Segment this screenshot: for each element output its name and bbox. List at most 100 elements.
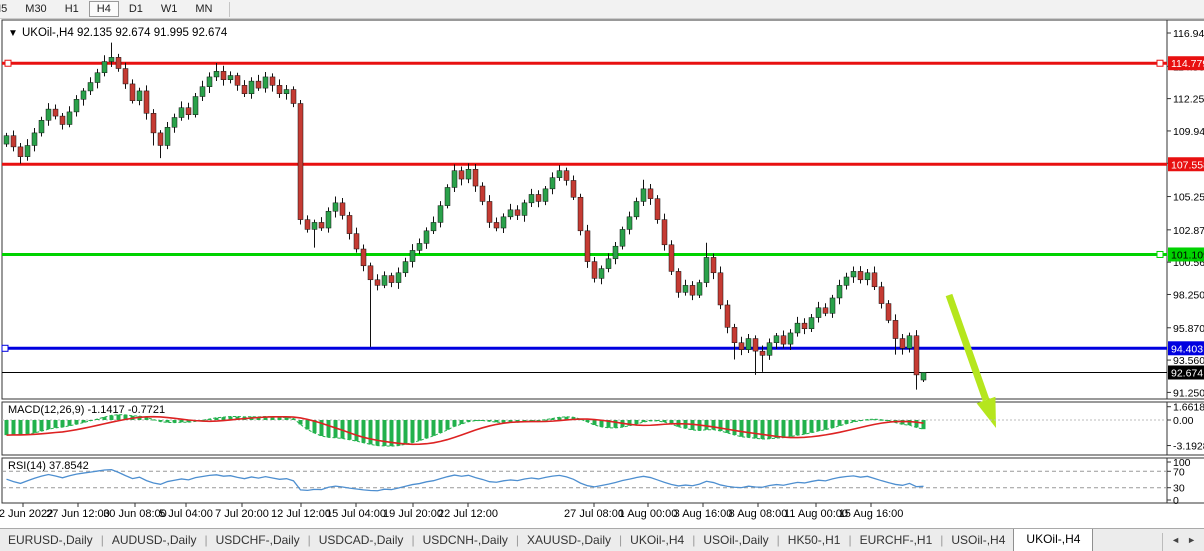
macd-histogram-bar — [68, 420, 72, 426]
line-handle[interactable] — [2, 345, 8, 351]
candle-up — [522, 203, 527, 216]
chart-tab-ukoil-h4[interactable]: UKOil-,H4 — [1013, 528, 1093, 551]
line-handle[interactable] — [5, 60, 11, 66]
macd-histogram-bar — [33, 420, 37, 433]
time-tick-label[interactable]: 27 Jul 08:00 — [564, 508, 624, 520]
macd-tick-label: -3.1928 — [1173, 441, 1204, 453]
time-tick-label[interactable]: 7 Jul 20:00 — [215, 508, 269, 520]
candle-down — [340, 203, 345, 216]
price-tick-label[interactable]: 93.560 — [1173, 355, 1204, 367]
candle-up — [431, 222, 436, 230]
line-handle[interactable] — [1157, 60, 1163, 66]
price-badge-label: 101.109 — [1171, 249, 1204, 261]
candle-up — [312, 222, 317, 229]
candle-up — [550, 178, 555, 189]
tab-scroll-arrows: ◄► — [1162, 533, 1204, 551]
chart-tab-usdcad-daily[interactable]: USDCAD-,Daily — [311, 530, 412, 551]
candle-up — [200, 87, 205, 97]
macd-histogram-bar — [299, 420, 303, 424]
time-tick-label[interactable]: 19 Jul 20:00 — [383, 508, 443, 520]
candle-down — [711, 257, 716, 272]
candle-up — [627, 217, 632, 230]
chart-tab-audusd-daily[interactable]: AUDUSD-,Daily — [104, 530, 205, 551]
candle-up — [424, 231, 429, 244]
candle-down — [732, 327, 737, 342]
price-tick-label[interactable]: 105.250 — [1173, 192, 1204, 204]
tab-scroll-right-icon[interactable]: ► — [1187, 535, 1196, 545]
timeframe-button-w1[interactable]: W1 — [153, 1, 186, 17]
timeframe-button-h1[interactable]: H1 — [57, 1, 87, 17]
timeframe-button-m5[interactable]: M5 — [0, 1, 15, 17]
candle-up — [172, 117, 177, 127]
price-tick-label[interactable]: 98.250 — [1173, 289, 1204, 301]
time-tick-label[interactable]: 12 Jul 12:00 — [271, 508, 331, 520]
time-tick-label[interactable]: 22 Jul 12:00 — [438, 508, 498, 520]
chart-tab-usoil-h4[interactable]: USOil-,H4 — [943, 530, 1013, 551]
timeframe-button-m30[interactable]: M30 — [17, 1, 54, 17]
time-tick-label[interactable]: 15 Jul 04:00 — [326, 508, 386, 520]
macd-histogram-bar — [705, 420, 709, 430]
chart-tab-ukoil-h4[interactable]: UKOil-,H4 — [622, 530, 692, 551]
candle-down — [564, 171, 569, 181]
chart-tab-usoil-daily[interactable]: USOil-,Daily — [695, 530, 776, 551]
time-tick-label[interactable]: 15 Aug 16:00 — [839, 508, 904, 520]
candle-down — [270, 77, 275, 85]
price-tick-label[interactable]: 95.870 — [1173, 323, 1204, 335]
candle-up — [620, 229, 625, 246]
candle-up — [907, 336, 912, 349]
timeframe-button-d1[interactable]: D1 — [121, 1, 151, 17]
chart-tab-usdchf-daily[interactable]: USDCHF-,Daily — [208, 530, 308, 551]
main-panel-frame — [2, 20, 1167, 399]
macd-histogram-bar — [831, 420, 835, 428]
candle-up — [865, 273, 870, 280]
macd-histogram-bar — [54, 420, 58, 428]
chart-tab-xauusd-daily[interactable]: XAUUSD-,Daily — [519, 530, 619, 551]
time-tick-label[interactable]: 1 Aug 00:00 — [619, 508, 678, 520]
candle-down — [739, 343, 744, 350]
symbol-dropdown-icon[interactable]: ▼ — [8, 28, 18, 39]
macd-histogram-bar — [369, 420, 373, 444]
time-tick-label[interactable]: 27 Jun 12:00 — [46, 508, 110, 520]
macd-histogram-bar — [775, 420, 779, 438]
timeframe-button-h4[interactable]: H4 — [89, 1, 119, 17]
candle-up — [844, 277, 849, 285]
candle-up — [599, 269, 604, 279]
candle-up — [214, 71, 219, 77]
chart-title: UKOil-,H4 92.135 92.674 91.995 92.674 — [22, 27, 228, 39]
chart-tab-eurusd-daily[interactable]: EURUSD-,Daily — [0, 530, 101, 551]
price-tick-label[interactable]: 109.940 — [1173, 126, 1204, 138]
macd-histogram-bar — [922, 420, 926, 429]
candle-down — [578, 197, 583, 231]
candle-down — [676, 271, 681, 292]
time-tick-label[interactable]: 3 Aug 16:00 — [674, 508, 733, 520]
time-tick-label[interactable]: 30 Jun 08:00 — [103, 508, 167, 520]
candle-down — [291, 90, 296, 104]
time-tick-label[interactable]: 5 Jul 04:00 — [159, 508, 213, 520]
chart-tab-eurchf-h1[interactable]: EURCHF-,H1 — [852, 530, 941, 551]
timeframe-button-mn[interactable]: MN — [187, 1, 220, 17]
candle-down — [361, 249, 366, 266]
price-tick-label[interactable]: 102.870 — [1173, 225, 1204, 237]
candle-down — [872, 273, 877, 287]
macd-histogram-bar — [439, 420, 443, 433]
candle-down — [718, 273, 723, 305]
candle-up — [851, 271, 856, 277]
chart-tab-usdcnh-daily[interactable]: USDCNH-,Daily — [415, 530, 516, 551]
price-tick-label[interactable]: 116.940 — [1173, 28, 1204, 40]
candle-up — [32, 133, 37, 146]
price-tick-label[interactable]: 91.250 — [1173, 387, 1204, 399]
candle-up — [179, 108, 184, 118]
time-tick-label[interactable]: 8 Aug 08:00 — [729, 508, 788, 520]
candle-up — [508, 210, 513, 217]
macd-histogram-bar — [614, 420, 618, 428]
candle-down — [158, 133, 163, 146]
tab-scroll-left-icon[interactable]: ◄ — [1171, 535, 1180, 545]
macd-histogram-bar — [824, 420, 828, 430]
price-tick-label[interactable]: 112.250 — [1173, 94, 1204, 106]
toolbar-separator — [229, 2, 230, 17]
line-handle[interactable] — [1157, 251, 1163, 257]
macd-histogram-bar — [761, 420, 765, 439]
chart-tab-hk50-h1[interactable]: HK50-,H1 — [780, 530, 849, 551]
candle-up — [788, 333, 793, 344]
candle-up — [396, 273, 401, 283]
